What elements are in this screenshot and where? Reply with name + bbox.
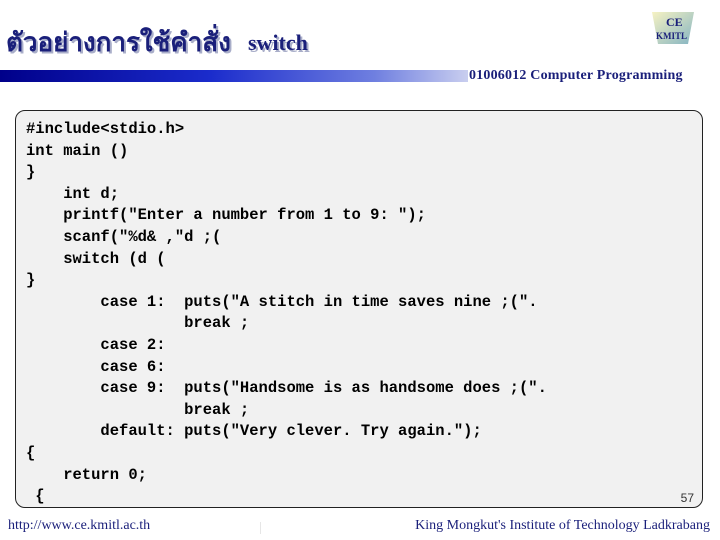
code-line: int d; [26, 184, 120, 203]
logo-top-text: CE [666, 15, 683, 29]
ce-kmitl-logo-icon: CE KMITL [646, 8, 698, 48]
code-box: #include<stdio.h> int main ()} int d; pri… [15, 110, 703, 508]
code-listing: #include<stdio.h> int main ()} int d; pri… [26, 119, 547, 508]
page-number: 57 [680, 491, 694, 505]
header-gradient-bar [0, 70, 468, 82]
code-line: { [26, 443, 36, 462]
code-line: } [26, 163, 36, 182]
code-line: return 0; [26, 465, 147, 484]
code-line: case 9: puts("Handsome is as handsome do… [26, 379, 547, 398]
course-title: 01006012 Computer Programming [469, 68, 683, 83]
code-line: #include<stdio.h> [26, 120, 185, 138]
code-line: break ; [26, 314, 250, 333]
slide-title-thai: ตัวอย่างการใช้คำสั่ง [6, 28, 231, 58]
code-line: { [26, 487, 45, 506]
footer-institute: King Mongkut's Institute of Technology L… [415, 518, 710, 533]
code-line: switch (d ( [26, 249, 166, 268]
footer-divider [260, 522, 261, 534]
code-line: case 6: [26, 357, 166, 376]
logo-bottom-text: KMITL [656, 31, 687, 41]
footer-url[interactable]: http://www.ce.kmitl.ac.th [8, 518, 150, 534]
slide-title-keyword: switch [248, 30, 308, 55]
code-line: case 1: puts("A stitch in time saves nin… [26, 292, 538, 311]
code-line: int main () [26, 141, 129, 160]
code-line: printf("Enter a number from 1 to 9: "); [26, 206, 426, 225]
code-line: break ; [26, 400, 250, 419]
code-line: default: puts("Very clever. Try again.")… [26, 422, 482, 441]
code-line: case 2: [26, 335, 166, 354]
code-line: } [26, 271, 36, 290]
code-line: scanf("%d& ,"d ;( [26, 227, 222, 246]
